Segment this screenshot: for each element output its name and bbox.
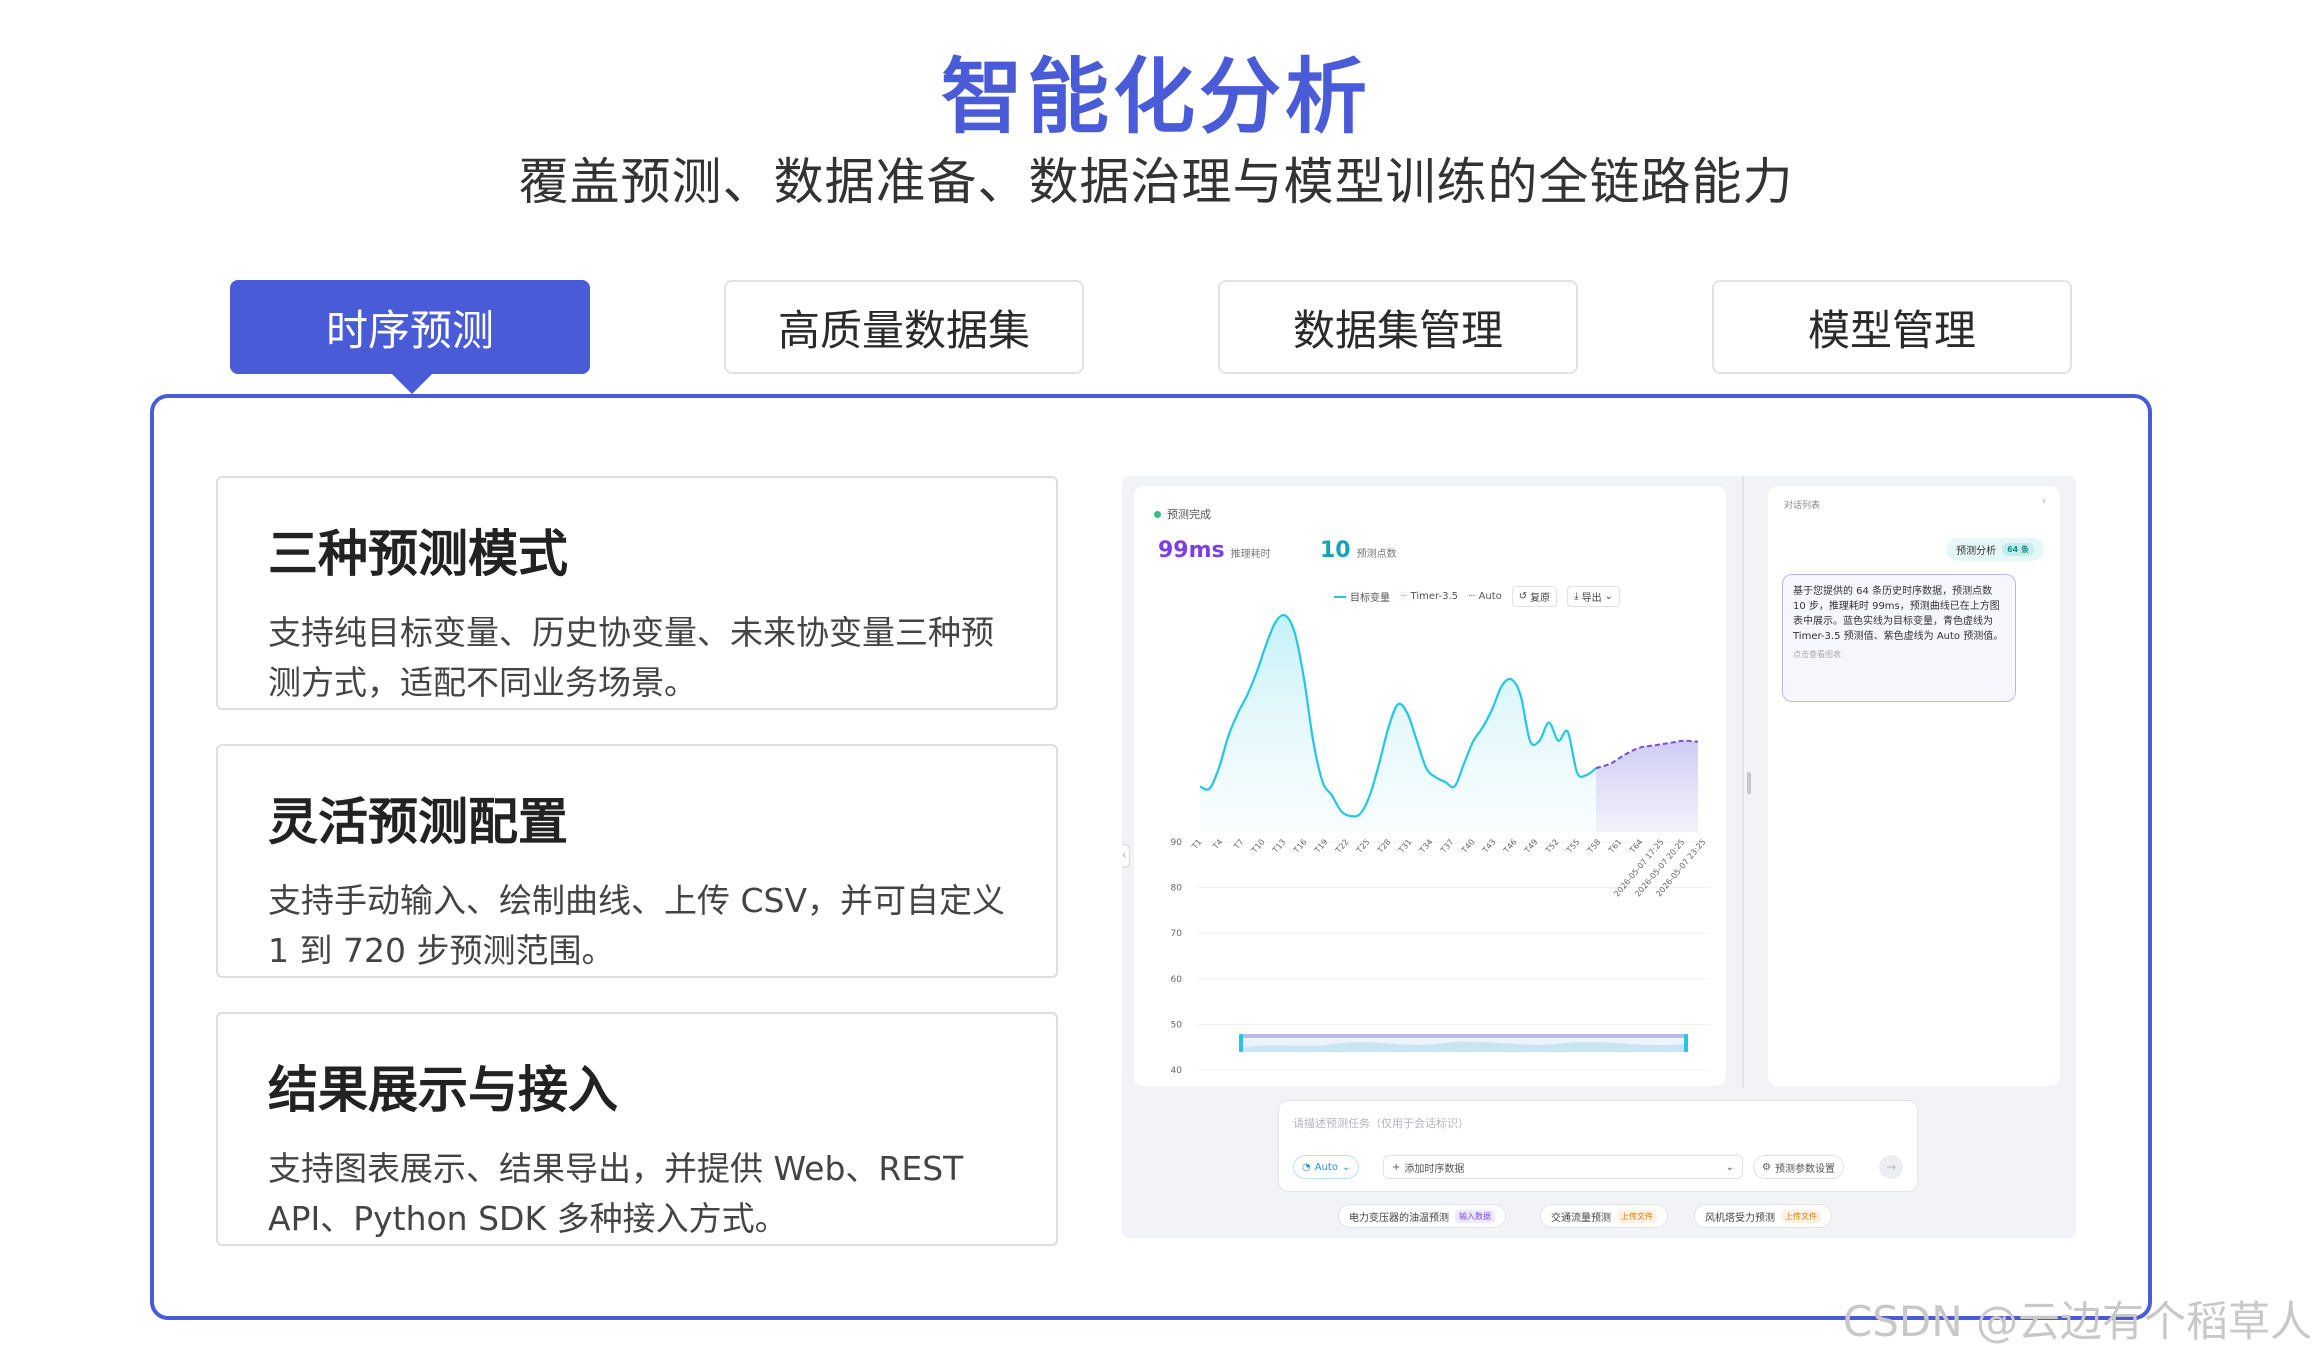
- model-icon: ◔: [1302, 1161, 1311, 1173]
- prompt-input[interactable]: 请描述预测任务（仅用于会话标识）: [1293, 1115, 1469, 1131]
- chart-card: 预测完成 99ms 推理耗时 10 预测点数 目标变量 ··· Timer-3.…: [1134, 486, 1726, 1086]
- x-tick-label: T34: [1417, 838, 1434, 856]
- feature-title: 结果展示与接入: [268, 1061, 618, 1119]
- tab-high-quality-dataset[interactable]: 高质量数据集: [724, 280, 1084, 374]
- range-slider-selection: [1242, 1034, 1686, 1038]
- range-slider-handle-left: [1239, 1034, 1243, 1052]
- message-text: 基于您提供的 64 条历史时序数据，预测点数 10 步，推理耗时 99ms，预测…: [1793, 586, 2004, 642]
- tab-time-series-forecast[interactable]: 时序预测: [230, 280, 590, 374]
- chevron-down-icon: ⌄: [1725, 1161, 1734, 1173]
- x-tick-label: T10: [1249, 838, 1266, 856]
- x-tick-label: T28: [1375, 838, 1392, 856]
- conversation-sidebar: 对话列表 › 预测分析 64 条 基于您提供的 64 条历史时序数据，预测点数 …: [1768, 486, 2060, 1086]
- x-tick-label: T64: [1627, 838, 1644, 856]
- chevron-down-icon: ⌄: [1341, 1161, 1351, 1173]
- add-data-label: 添加时序数据: [1404, 1163, 1465, 1175]
- page-title: 智能化分析: [940, 50, 1371, 145]
- add-data-select[interactable]: + 添加时序数据 ⌄: [1383, 1155, 1743, 1179]
- params-label: 预测参数设置: [1774, 1163, 1835, 1175]
- prompt-input-box: 请描述预测任务（仅用于会话标识） ◔ Auto ⌄ + 添加时序数据 ⌄ ⚙ 预…: [1278, 1100, 1918, 1192]
- feature-title: 灵活预测配置: [268, 793, 568, 851]
- chip-label: 预测分析: [1956, 546, 1997, 557]
- x-tick-label: T43: [1480, 838, 1497, 856]
- panel-divider: [1742, 476, 1744, 1088]
- x-tick-label: T13: [1270, 838, 1287, 856]
- x-tick-label: T46: [1501, 838, 1518, 856]
- params-button[interactable]: ⚙ 预测参数设置: [1753, 1155, 1844, 1179]
- preset-tag: 上传文件: [1617, 1209, 1657, 1223]
- y-tick-label: 50: [1171, 1020, 1183, 1030]
- chevron-right-icon[interactable]: ›: [2042, 496, 2046, 507]
- feature-card-flexible-config: 灵活预测配置 支持手动输入、绘制曲线、上传 CSV，并可自定义 1 到 720 …: [216, 744, 1058, 978]
- active-tab-indicator: [390, 372, 434, 394]
- x-tick-label: T7: [1232, 838, 1246, 852]
- message-footer-link[interactable]: 点击查看图表: [1793, 647, 2005, 662]
- x-tick-label: T16: [1291, 838, 1308, 856]
- y-tick-label: 90: [1171, 838, 1183, 848]
- x-tick-label: T19: [1312, 838, 1329, 856]
- y-tick-label: 60: [1171, 975, 1183, 985]
- x-tick-label: T55: [1564, 838, 1581, 856]
- y-tick-label: 70: [1171, 929, 1183, 939]
- x-tick-label: T61: [1606, 838, 1623, 856]
- app-screenshot: ‹ 预测完成 99ms 推理耗时 10 预测点数 目标变量 ··· Timer-…: [1122, 476, 2076, 1238]
- range-slider-handle-right: [1684, 1034, 1688, 1052]
- x-tick-label: T52: [1543, 838, 1560, 856]
- arrow-right-icon: →: [1885, 1160, 1897, 1174]
- feature-desc: 支持手动输入、绘制曲线、上传 CSV，并可自定义 1 到 720 步预测范围。: [268, 881, 1006, 970]
- page-subtitle: 覆盖预测、数据准备、数据治理与模型训练的全链路能力: [518, 153, 1794, 211]
- x-tick-label: T22: [1333, 838, 1350, 856]
- model-select[interactable]: ◔ Auto ⌄: [1293, 1155, 1360, 1179]
- preset-traffic-flow[interactable]: 交通流量预测 上传文件: [1540, 1204, 1668, 1228]
- forecast-area: [1596, 740, 1698, 832]
- feature-card-prediction-modes: 三种预测模式 支持纯目标变量、历史协变量、未来协变量三种预测方式，适配不同业务场…: [216, 476, 1058, 710]
- tab-dataset-management[interactable]: 数据集管理: [1218, 280, 1578, 374]
- preset-label: 交通流量预测: [1551, 1212, 1611, 1224]
- tab-model-management[interactable]: 模型管理: [1712, 280, 2072, 374]
- feature-title: 三种预测模式: [268, 525, 568, 583]
- x-tick-label: T1: [1190, 838, 1204, 852]
- plus-icon: +: [1392, 1161, 1401, 1173]
- preset-oil-temperature[interactable]: 电力变压器的油温预测 输入数据: [1338, 1204, 1506, 1228]
- model-select-value: Auto: [1314, 1161, 1338, 1173]
- collapse-left-icon[interactable]: ‹: [1122, 844, 1130, 868]
- resize-handle[interactable]: [1747, 772, 1751, 794]
- feature-desc: 支持图表展示、结果导出，并提供 Web、REST API、Python SDK …: [268, 1149, 964, 1238]
- preset-tag: 上传文件: [1781, 1209, 1821, 1223]
- preset-label: 风机塔受力预测: [1705, 1212, 1775, 1224]
- feature-desc: 支持纯目标变量、历史协变量、未来协变量三种预测方式，适配不同业务场景。: [268, 613, 994, 702]
- target-area: [1200, 615, 1596, 832]
- sidebar-header: 对话列表: [1784, 501, 1821, 511]
- y-tick-label: 80: [1171, 884, 1183, 894]
- send-button[interactable]: →: [1879, 1155, 1903, 1179]
- preset-label: 电力变压器的油温预测: [1349, 1212, 1449, 1224]
- x-tick-label: T37: [1438, 838, 1455, 856]
- watermark: CSDN @云边有个稻草人: [1842, 1297, 2312, 1346]
- x-tick-label: T58: [1585, 838, 1602, 856]
- chip-count: 64 条: [2002, 543, 2034, 556]
- x-tick-label: T49: [1522, 838, 1539, 856]
- y-tick-label: 40: [1171, 1066, 1183, 1076]
- preset-wind-turbine[interactable]: 风机塔受力预测 上传文件: [1694, 1204, 1832, 1228]
- gear-icon: ⚙: [1762, 1161, 1771, 1173]
- x-tick-label: T25: [1354, 838, 1371, 856]
- x-tick-label: T31: [1396, 838, 1413, 856]
- assistant-message: 基于您提供的 64 条历史时序数据，预测点数 10 步，推理耗时 99ms，预测…: [1782, 574, 2016, 702]
- x-tick-label: T40: [1459, 838, 1476, 856]
- feature-card-result-integration: 结果展示与接入 支持图表展示、结果导出，并提供 Web、REST API、Pyt…: [216, 1012, 1058, 1246]
- x-tick-label: T4: [1211, 838, 1225, 852]
- forecast-chart: 405060708090 T1 T4 T7 T10 T13 T16 T19 T22 T25 T28 T…: [1171, 613, 1710, 1076]
- preset-tag: 输入数据: [1455, 1209, 1495, 1223]
- conversation-chip[interactable]: 预测分析 64 条: [1946, 538, 2044, 561]
